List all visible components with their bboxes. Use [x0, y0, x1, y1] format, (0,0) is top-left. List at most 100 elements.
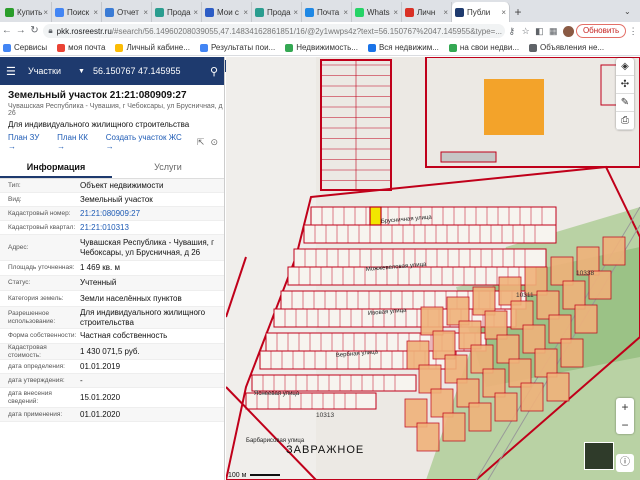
close-icon[interactable]: ×: [43, 8, 48, 17]
search-input[interactable]: 56.150767 47.145955: [93, 66, 210, 76]
attribute-value: Земли населённых пунктов: [80, 293, 182, 303]
tab-label: Прода: [267, 7, 291, 17]
bookmark-item[interactable]: Результаты пои...: [199, 43, 275, 52]
bookmark-item[interactable]: Вся недвижим...: [367, 43, 439, 52]
close-icon[interactable]: ×: [393, 8, 398, 17]
attribute-key: Разрешенное использование:: [8, 309, 56, 325]
object-use: Для индивидуального жилищного строительс…: [8, 120, 190, 129]
chevron-down-icon[interactable]: ▼: [78, 68, 85, 75]
attribute-value: Объект недвижимости: [80, 180, 164, 190]
back-icon[interactable]: ←: [0, 24, 14, 38]
address-bar[interactable]: 🔒︎ pkk.rosreestr.ru /#search/56.14960208…: [43, 24, 505, 38]
map-scale: 100 м: [228, 472, 281, 479]
tab-favicon-icon: [155, 7, 164, 17]
tab-label: Личн: [417, 7, 436, 17]
compass-icon[interactable]: ✣: [616, 76, 634, 94]
attribute-row: Форма собственности: Частная собственност…: [0, 329, 224, 344]
zoom-out-button[interactable]: −: [616, 416, 634, 434]
attribute-key: Площадь уточненная:: [8, 264, 75, 271]
tab-favicon-icon: [405, 7, 414, 17]
create-parcel-label: Создать участок ЖС: [105, 133, 182, 142]
browser-tab[interactable]: Мои с ×: [202, 2, 252, 22]
parcel: [442, 412, 466, 442]
close-icon[interactable]: ×: [143, 8, 148, 17]
star-icon[interactable]: ☆: [519, 24, 533, 38]
tab-search-icon[interactable]: ⌄: [624, 2, 640, 22]
attribute-value[interactable]: 21:21:080909:27: [80, 209, 140, 219]
browser-tab[interactable]: Прода ×: [252, 2, 302, 22]
attribute-value[interactable]: 21:21:010313: [80, 223, 129, 233]
browser-tab[interactable]: Личн ×: [402, 2, 452, 22]
bookmark-label: Сервисы: [14, 43, 48, 52]
avatar[interactable]: [563, 25, 574, 37]
tab-information[interactable]: Информация: [0, 158, 112, 178]
bookmark-item[interactable]: Недвижимость...: [285, 43, 358, 52]
attribute-key: дата применения:: [8, 410, 63, 418]
layers-icon[interactable]: ◈: [616, 58, 634, 76]
close-icon[interactable]: ×: [193, 8, 198, 17]
tab-favicon-icon: [5, 7, 14, 17]
plan-kk-link[interactable]: План КК →: [57, 133, 96, 151]
forward-icon[interactable]: →: [14, 24, 28, 38]
print-icon[interactable]: ⎙: [616, 112, 634, 130]
tab-label: Почта: [317, 7, 340, 17]
map-canvas[interactable]: Брусничная улицаМожжевеловая улицаИвовая…: [226, 57, 640, 480]
scale-label: 100 м: [228, 472, 247, 479]
bookmark-icon: [529, 43, 538, 52]
bookmark-label: моя почта: [68, 43, 106, 52]
close-icon[interactable]: ×: [501, 8, 506, 17]
browser-tab[interactable]: Купить ×: [2, 2, 52, 22]
close-icon[interactable]: ×: [443, 8, 448, 17]
browser-tab[interactable]: Прода ×: [152, 2, 202, 22]
close-icon[interactable]: ×: [293, 8, 298, 17]
key-icon[interactable]: ⚷: [505, 24, 519, 38]
parcel: [546, 372, 570, 402]
close-icon[interactable]: ×: [343, 8, 348, 17]
bookmark-item[interactable]: Объявления не...: [529, 43, 604, 52]
attribute-value: -: [80, 375, 83, 385]
menu-icon[interactable]: ☰: [6, 65, 18, 78]
attribute-value: Для индивидуального жилищного строительс…: [80, 307, 206, 327]
attribute-row: Вид: Земельный участок: [0, 193, 224, 207]
zoom-in-button[interactable]: +: [616, 398, 634, 416]
browser-tab[interactable]: Публи ×: [452, 2, 510, 22]
close-icon[interactable]: ×: [243, 8, 248, 17]
close-icon[interactable]: ×: [93, 8, 98, 17]
browser-tab[interactable]: Почта ×: [302, 2, 352, 22]
bookmark-item[interactable]: моя почта: [57, 43, 105, 52]
cadastral-map[interactable]: Брусничная улица Можжевеловая улица Ивовая…: [226, 57, 640, 480]
attribute-key: дата внесения сведений:: [8, 389, 52, 405]
bookmark-icon: [199, 43, 208, 52]
extension-icon-2[interactable]: ▦: [546, 24, 560, 38]
browser-tab[interactable]: Поиск ×: [52, 2, 102, 22]
bookmark-icon: [367, 43, 376, 52]
tab-favicon-icon: [55, 7, 64, 17]
kebab-menu-icon[interactable]: ⋮: [626, 24, 640, 38]
reload-icon[interactable]: ↻: [28, 24, 42, 38]
bookmark-item[interactable]: на свои недви...: [448, 43, 519, 52]
lock-icon: 🔒︎: [48, 26, 53, 35]
attribute-key: Статус:: [8, 279, 31, 286]
browser-tab[interactable]: Whats ×: [352, 2, 402, 22]
tab-services[interactable]: Услуги: [112, 158, 224, 178]
basemap-switcher[interactable]: [584, 442, 614, 470]
search-icon[interactable]: ⚲: [210, 65, 218, 78]
layer-select[interactable]: Участки: [28, 66, 76, 76]
ruler-icon[interactable]: ✎: [616, 94, 634, 112]
update-button[interactable]: Обновить: [575, 24, 627, 38]
tab-favicon-icon: [205, 7, 214, 17]
bookmark-item[interactable]: Личный кабине...: [115, 43, 190, 52]
tab-favicon-icon: [455, 7, 464, 17]
create-parcel-link[interactable]: Создать участок ЖС →: [106, 133, 187, 151]
bookmark-item[interactable]: Сервисы: [3, 43, 47, 52]
attribute-key: Форма собственности:: [8, 332, 77, 339]
share-icon[interactable]: ⇱: [197, 137, 205, 148]
zoom-to-icon[interactable]: ⊙: [210, 137, 218, 148]
plan-zu-link[interactable]: План ЗУ →: [8, 133, 47, 151]
browser-tab[interactable]: Отчет ×: [102, 2, 152, 22]
info-icon[interactable]: ⓘ: [616, 454, 634, 472]
tab-favicon-icon: [105, 7, 114, 17]
new-tab-button[interactable]: +: [510, 2, 526, 22]
extension-icon[interactable]: ◧: [533, 24, 547, 38]
tab-label: Купить: [17, 7, 43, 17]
